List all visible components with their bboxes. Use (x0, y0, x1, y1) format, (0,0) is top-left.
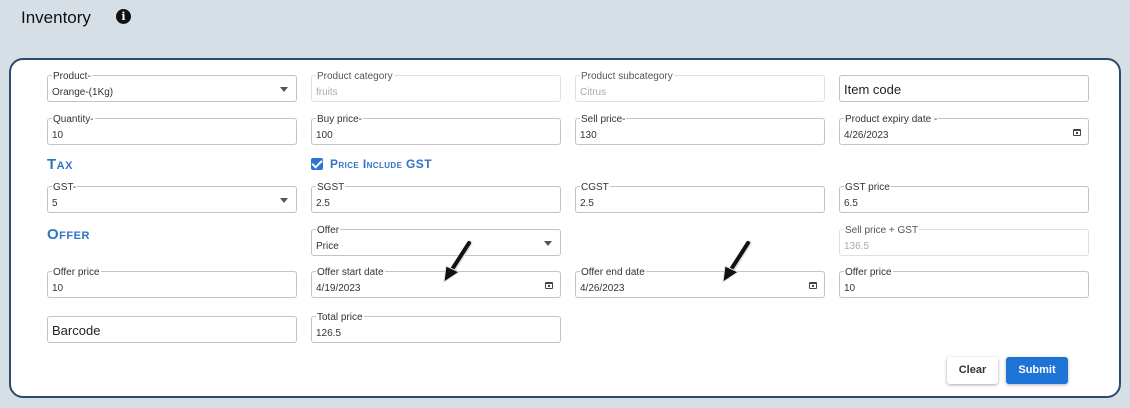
cgst-input[interactable]: CGST 2.5 (575, 182, 825, 213)
product-subcategory-label: Product subcategory (580, 71, 674, 82)
expiry-date-input[interactable]: Product expiry date - 4/26/2023 (839, 114, 1089, 145)
product-category-value: fruits (316, 87, 338, 98)
gst-label: GST- (52, 182, 78, 193)
calendar-icon[interactable] (1073, 129, 1081, 136)
offer-start-date-value: 4/19/2023 (316, 283, 361, 294)
gst-select[interactable]: GST- 5 (47, 182, 297, 213)
cgst-label: CGST (580, 182, 610, 193)
gst-price-value: 6.5 (844, 198, 858, 209)
info-icon[interactable]: i (116, 9, 131, 24)
tax-section-title: Tax (47, 156, 73, 173)
expiry-date-value: 4/26/2023 (844, 130, 889, 141)
sell-price-value: 130 (580, 130, 597, 141)
price-include-gst-checkbox[interactable]: Price Include GST (311, 157, 432, 171)
chevron-down-icon (280, 198, 288, 203)
barcode-placeholder: Barcode (52, 323, 101, 338)
offer-price-secondary-input[interactable]: Offer price 10 (839, 267, 1089, 298)
price-include-gst-label: Price Include GST (330, 157, 432, 171)
offer-select[interactable]: Offer Price (311, 225, 561, 256)
item-code-placeholder: Item code (844, 82, 902, 97)
gst-price-input[interactable]: GST price 6.5 (839, 182, 1089, 213)
offer-price-secondary-label: Offer price (844, 267, 893, 278)
annotation-arrow-icon (722, 240, 752, 284)
buy-price-label: Buy price- (316, 114, 364, 125)
offer-label: Offer (316, 225, 341, 236)
page-title: Inventory (21, 8, 91, 27)
offer-end-date-label: Offer end date (580, 267, 646, 278)
offer-end-date-input[interactable]: Offer end date 4/26/2023 (575, 267, 825, 298)
sgst-input[interactable]: SGST 2.5 (311, 182, 561, 213)
offer-price-label: Offer price (52, 267, 101, 278)
quantity-input[interactable]: Quantity- 10 (47, 114, 297, 145)
clear-button[interactable]: Clear (947, 357, 998, 384)
buy-price-value: 100 (316, 130, 333, 141)
offer-start-date-label: Offer start date (316, 267, 385, 278)
product-select[interactable]: Product- Orange-(1Kg) (47, 71, 297, 102)
chevron-down-icon (544, 241, 552, 246)
barcode-input[interactable]: Barcode (47, 316, 297, 343)
sell-price-gst-value: 136.5 (844, 241, 870, 252)
product-subcategory-field: Product subcategory Citrus (575, 71, 825, 102)
product-value: Orange-(1Kg) (52, 87, 114, 98)
offer-section-title: Offer (47, 226, 90, 243)
total-price-value: 126.5 (316, 328, 342, 339)
sell-price-gst-field: Sell price + GST 136.5 (839, 225, 1089, 256)
product-subcategory-value: Citrus (580, 87, 607, 98)
cgst-value: 2.5 (580, 198, 594, 209)
quantity-value: 10 (52, 130, 64, 141)
offer-price-input[interactable]: Offer price 10 (47, 267, 297, 298)
chevron-down-icon (280, 87, 288, 92)
sell-price-gst-label: Sell price + GST (844, 225, 920, 236)
page-header: Inventory (21, 6, 91, 30)
offer-value: Price (316, 241, 339, 252)
gst-price-label: GST price (844, 182, 891, 193)
item-code-input[interactable]: Item code (839, 75, 1089, 102)
buy-price-input[interactable]: Buy price- 100 (311, 114, 561, 145)
quantity-label: Quantity- (52, 114, 95, 125)
sell-price-label: Sell price- (580, 114, 627, 125)
expiry-date-label: Product expiry date - (844, 114, 939, 125)
offer-price-secondary-value: 10 (844, 283, 856, 294)
calendar-icon[interactable] (809, 282, 817, 289)
product-category-label: Product category (316, 71, 394, 82)
annotation-arrow-icon (443, 240, 473, 284)
sell-price-input[interactable]: Sell price- 130 (575, 114, 825, 145)
calendar-icon[interactable] (545, 282, 553, 289)
offer-end-date-value: 4/26/2023 (580, 283, 625, 294)
gst-value: 5 (52, 198, 58, 209)
product-label: Product- (52, 71, 92, 82)
total-price-input[interactable]: Total price 126.5 (311, 312, 561, 343)
product-category-field: Product category fruits (311, 71, 561, 102)
total-price-label: Total price (316, 312, 364, 323)
offer-price-value: 10 (52, 283, 64, 294)
submit-button[interactable]: Submit (1006, 357, 1068, 384)
sgst-value: 2.5 (316, 198, 330, 209)
offer-start-date-input[interactable]: Offer start date 4/19/2023 (311, 267, 561, 298)
inventory-form-card (9, 58, 1121, 398)
sgst-label: SGST (316, 182, 346, 193)
checkbox-checked-icon[interactable] (311, 158, 323, 170)
